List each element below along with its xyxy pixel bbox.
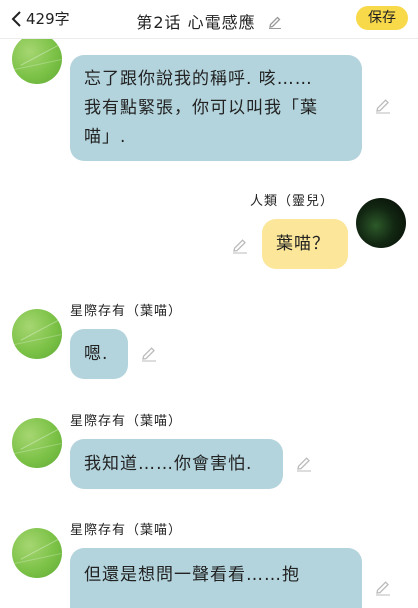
avatar-yemiao[interactable]: [12, 418, 62, 468]
speaker-name: 星際存有（葉喵）: [70, 523, 183, 538]
speaker-name: 星際存有（葉喵）: [70, 414, 183, 429]
message-line: 喵」.: [84, 127, 127, 147]
message-line: 但還是想問一聲看看……抱: [84, 565, 300, 585]
pencil-icon[interactable]: [375, 98, 391, 118]
message-line: 葉喵？: [276, 234, 330, 254]
pencil-icon[interactable]: [141, 346, 157, 366]
message-line: 我知道……你會害怕.: [84, 454, 253, 474]
save-button[interactable]: 保存: [356, 6, 408, 30]
message-bubble[interactable]: 葉喵？: [262, 219, 348, 269]
message-line: 我有點緊張，你可以叫我「葉: [84, 98, 318, 118]
pencil-icon[interactable]: [375, 580, 391, 600]
top-bar: 429字 第2话 心電感應 保存: [0, 0, 418, 39]
avatar-yemiao[interactable]: [12, 528, 62, 578]
message-line: 忘了跟你說我的稱呼. 咳……: [84, 69, 313, 89]
speaker-name: 人類（靈兒）: [250, 194, 335, 209]
message-line: 嗯.: [84, 344, 109, 364]
message-bubble[interactable]: 但還是想問一聲看看……抱: [70, 548, 362, 608]
title-text: 第2话 心電感應: [136, 13, 256, 32]
message-bubble[interactable]: 嗯.: [70, 329, 128, 379]
avatar-yemiao[interactable]: [12, 309, 62, 359]
speaker-name: 星際存有（葉喵）: [70, 304, 183, 319]
avatar-yemiao[interactable]: [12, 34, 62, 84]
avatar-linger[interactable]: [356, 198, 406, 248]
page-title[interactable]: 第2话 心電感應: [0, 9, 418, 33]
pencil-icon[interactable]: [232, 238, 248, 258]
message-bubble[interactable]: 忘了跟你說我的稱呼. 咳…… 我有點緊張，你可以叫我「葉 喵」.: [70, 55, 362, 161]
pencil-icon[interactable]: [296, 456, 312, 476]
message-bubble[interactable]: 我知道……你會害怕.: [70, 439, 283, 489]
pencil-icon[interactable]: [268, 14, 282, 33]
